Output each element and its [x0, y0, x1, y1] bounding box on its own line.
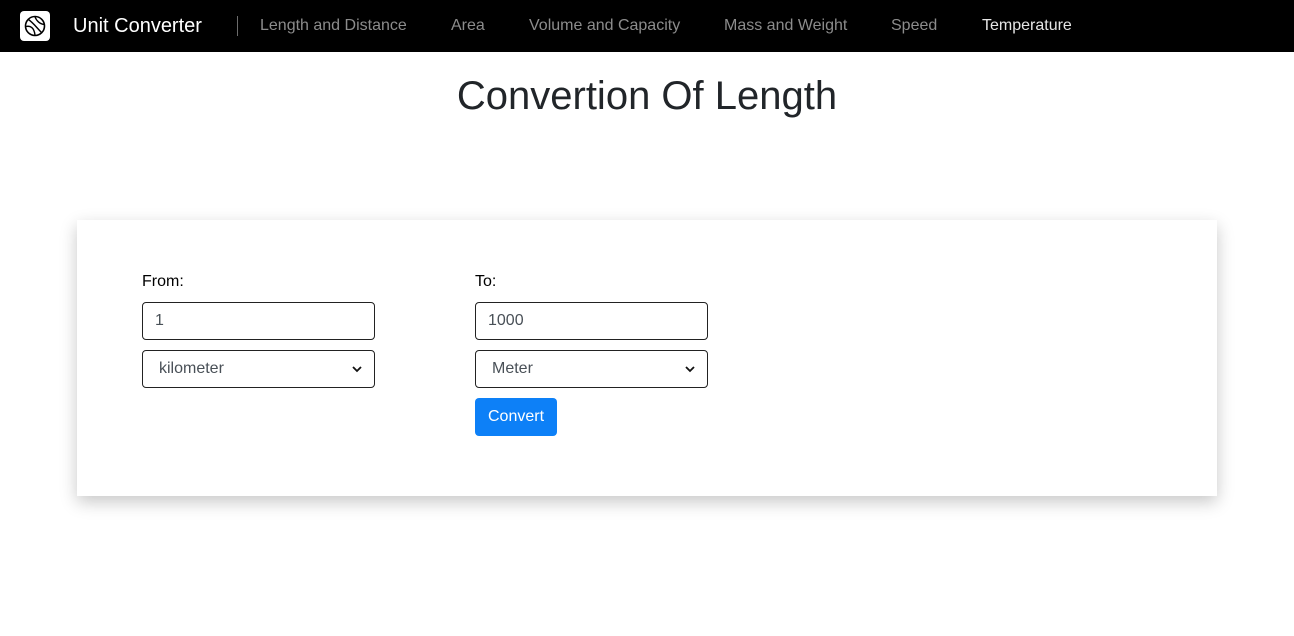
nav-link-temperature[interactable]: Temperature — [982, 16, 1072, 36]
top-navbar: Unit Converter Length and Distance Area … — [0, 0, 1294, 52]
nav-link-area[interactable]: Area — [451, 16, 485, 36]
chevron-down-icon — [352, 365, 362, 373]
brand-title[interactable]: Unit Converter — [73, 14, 202, 38]
to-value-input[interactable] — [475, 302, 708, 340]
nav-divider — [237, 16, 238, 36]
to-unit-value: Meter — [492, 360, 533, 377]
from-label: From: — [142, 273, 184, 290]
from-unit-value: kilometer — [159, 360, 224, 377]
nav-link-volume-and-capacity[interactable]: Volume and Capacity — [529, 16, 680, 36]
convert-button[interactable]: Convert — [475, 398, 557, 436]
from-value-input[interactable] — [142, 302, 375, 340]
from-unit-select[interactable]: kilometer — [142, 350, 375, 388]
to-unit-select[interactable]: Meter — [475, 350, 708, 388]
to-label: To: — [475, 273, 497, 290]
basketball-logo-icon[interactable] — [20, 11, 50, 41]
page-title: Convertion Of Length — [456, 74, 838, 118]
nav-link-speed[interactable]: Speed — [891, 16, 937, 36]
nav-link-mass-and-weight[interactable]: Mass and Weight — [724, 16, 847, 36]
nav-link-length-and-distance[interactable]: Length and Distance — [260, 16, 407, 36]
converter-card: From: kilometer To: Meter Convert — [77, 220, 1217, 496]
chevron-down-icon — [685, 365, 695, 373]
